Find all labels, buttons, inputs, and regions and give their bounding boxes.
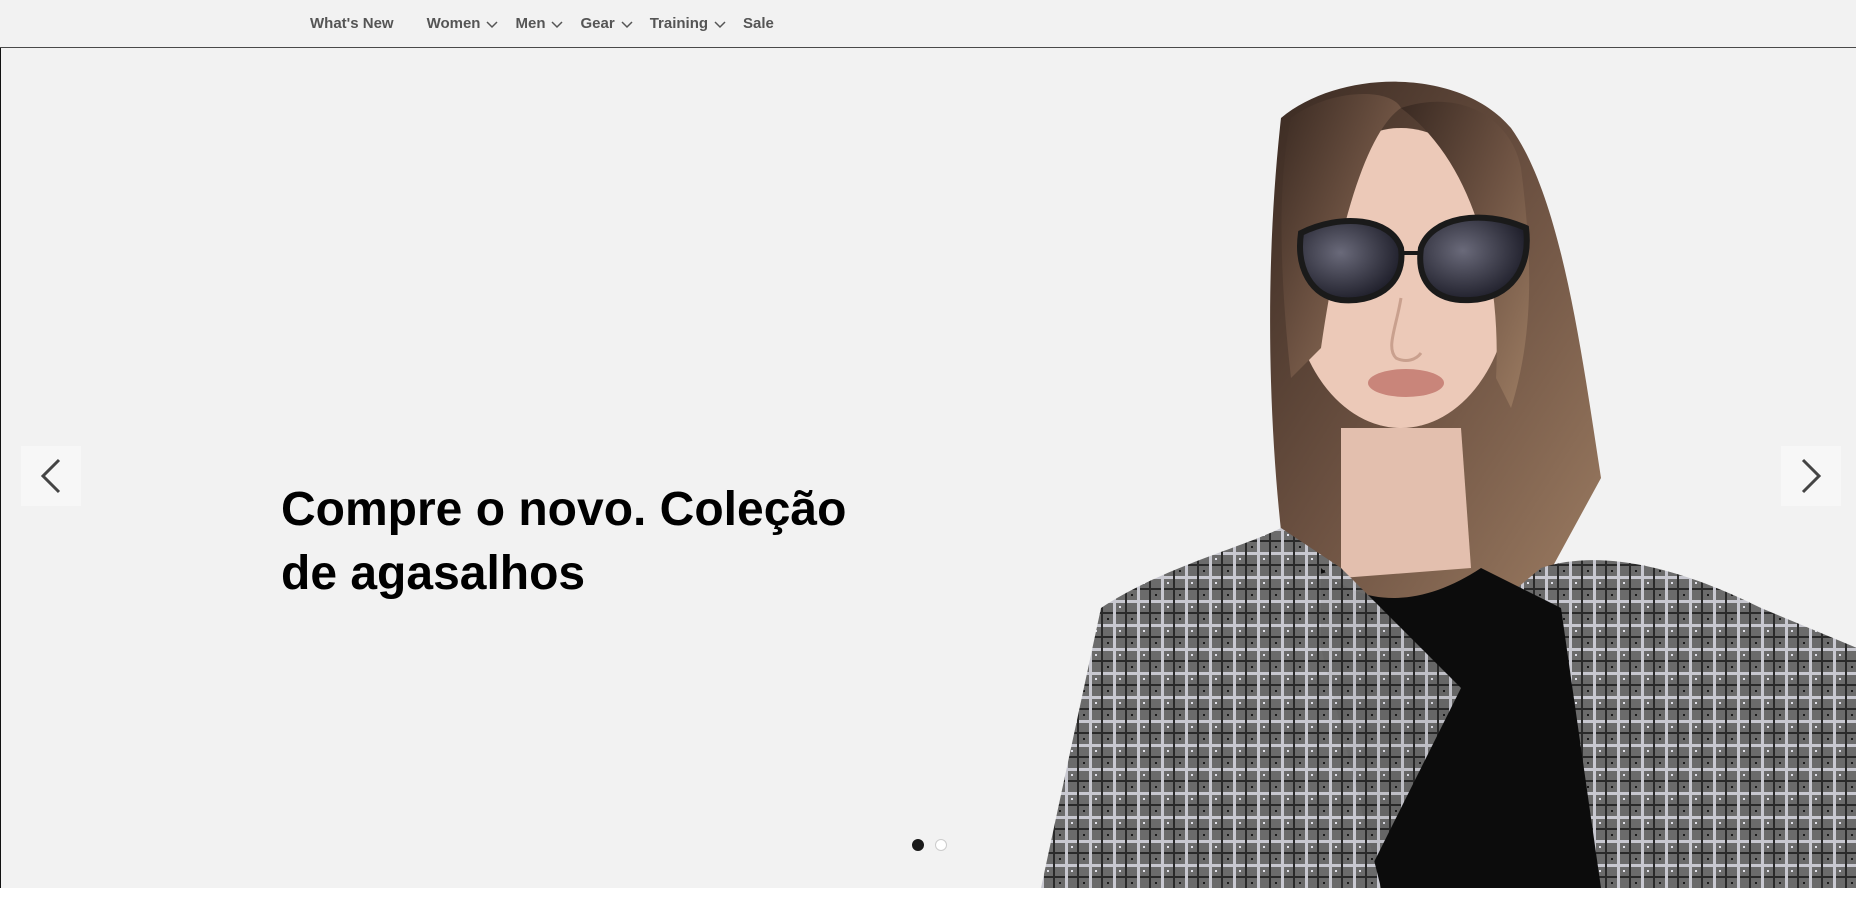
nav-item-training[interactable]: Training bbox=[650, 15, 727, 32]
nav-item-men[interactable]: Men bbox=[515, 15, 564, 32]
nav-item-women[interactable]: Women bbox=[427, 15, 500, 32]
nav-item-gear[interactable]: Gear bbox=[580, 15, 633, 32]
nav-item-label: What's New bbox=[310, 15, 394, 32]
page-content-edge bbox=[0, 888, 1856, 900]
nav-item-label: Training bbox=[649, 15, 709, 32]
chevron-down-icon bbox=[621, 20, 633, 28]
nav-item-sale[interactable]: Sale bbox=[743, 15, 774, 32]
hero-headline: Compre o novo. Coleção de agasalhos bbox=[281, 478, 881, 606]
chevron-left-icon bbox=[40, 458, 61, 494]
main-navigation: What's New Women Men Gear Training Sale bbox=[0, 0, 1856, 48]
hero-headline-line1: Compre o novo. Coleção bbox=[281, 483, 847, 536]
chevron-down-icon bbox=[486, 20, 499, 28]
hero-slider[interactable]: Compre o novo. Coleção de agasalhos bbox=[0, 48, 1856, 888]
chevron-down-icon bbox=[551, 20, 564, 28]
chevron-down-icon bbox=[714, 20, 726, 28]
slider-dot-2[interactable] bbox=[935, 839, 947, 851]
nav-item-whats-new[interactable]: What's New bbox=[310, 15, 394, 32]
hero-model-image bbox=[1041, 81, 1856, 888]
slider-prev-button[interactable] bbox=[21, 446, 81, 506]
nav-item-label: Sale bbox=[743, 15, 774, 32]
nav-item-label: Gear bbox=[580, 15, 615, 32]
chevron-right-icon bbox=[1801, 458, 1822, 494]
slider-next-button[interactable] bbox=[1781, 446, 1841, 506]
nav-menu: What's New Women Men Gear Training Sale bbox=[310, 0, 807, 47]
nav-item-label: Women bbox=[426, 15, 481, 32]
hero-headline-line2: de agasalhos bbox=[281, 547, 586, 600]
slider-dot-1[interactable] bbox=[912, 839, 924, 851]
slider-pagination bbox=[912, 839, 958, 851]
nav-item-label: Men bbox=[515, 15, 546, 32]
